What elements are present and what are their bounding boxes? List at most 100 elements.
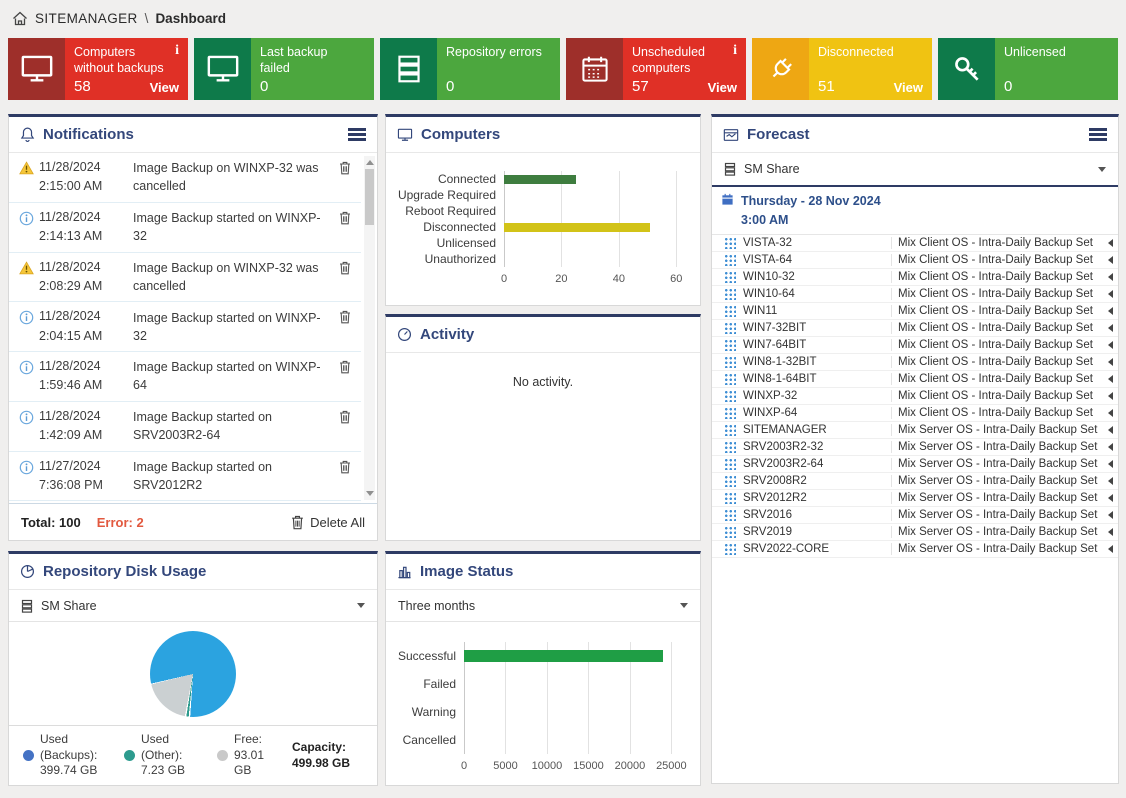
forecast-row[interactable]: WIN8-1-64BIT Mix Client OS - Intra-Daily… [712,371,1118,388]
home-icon[interactable] [12,11,28,26]
notification-timestamp: 11/28/20241:59:46 AM [39,357,125,396]
chevron-down-icon [357,603,365,608]
info-icon[interactable]: i [733,44,737,77]
bell-icon [20,126,35,143]
forecast-row[interactable]: WIN8-1-32BIT Mix Client OS - Intra-Daily… [712,354,1118,371]
expand-arrow-icon[interactable] [1102,307,1118,315]
grid-dots-icon [724,475,736,487]
panel-title: Computers [421,126,500,143]
disk-usage-legend: Used (Backups): 399.74 GB Used (Other): … [9,725,377,785]
expand-arrow-icon[interactable] [1102,494,1118,502]
view-link[interactable]: View [708,80,737,95]
axis-tick-label: 60 [670,273,682,285]
card-title: Unlicensed [1004,44,1066,60]
expand-arrow-icon[interactable] [1102,443,1118,451]
forecast-row[interactable]: WIN10-64 Mix Client OS - Intra-Daily Bac… [712,286,1118,303]
forecast-row[interactable]: SRV2016 Mix Server OS - Intra-Daily Back… [712,507,1118,524]
menu-icon[interactable] [1089,128,1107,131]
expand-arrow-icon[interactable] [1102,528,1118,536]
expand-arrow-icon[interactable] [1102,273,1118,281]
expand-arrow-icon[interactable] [1102,375,1118,383]
expand-arrow-icon[interactable] [1102,256,1118,264]
computer-name: WINXP-64 [743,407,891,419]
computer-name: SRV2019 [743,526,891,538]
status-cards-row: Computers without backups i 58 View Last… [0,36,1126,100]
forecast-share-dropdown[interactable]: SM Share [712,153,1118,187]
card-unscheduled-computers[interactable]: Unscheduled computers i 57 View [566,38,746,100]
info-icon[interactable]: i [175,44,179,77]
forecast-row[interactable]: VISTA-32 Mix Client OS - Intra-Daily Bac… [712,235,1118,252]
selected-share: SM Share [744,162,800,176]
card-unlicensed[interactable]: Unlicensed 0 [938,38,1118,100]
expand-arrow-icon[interactable] [1102,239,1118,247]
view-link[interactable]: View [894,80,923,95]
expand-arrow-icon[interactable] [1102,392,1118,400]
card-disconnected[interactable]: Disconnected 51 View [752,38,932,100]
trash-icon[interactable] [339,357,359,374]
selected-period: Three months [398,599,475,613]
computer-name: WIN7-64BIT [743,339,891,351]
scrollbar-thumb[interactable] [365,169,374,225]
forecast-row[interactable]: SITEMANAGER Mix Server OS - Intra-Daily … [712,422,1118,439]
forecast-row[interactable]: SRV2003R2-32 Mix Server OS - Intra-Daily… [712,439,1118,456]
period-dropdown[interactable]: Three months [386,590,700,622]
expand-arrow-icon[interactable] [1102,545,1118,553]
backup-set-name: Mix Server OS - Intra-Daily Backup Set [891,526,1102,538]
card-title: Disconnected [818,44,894,60]
trash-icon[interactable] [339,307,359,324]
menu-icon[interactable] [348,128,366,131]
expand-arrow-icon[interactable] [1102,290,1118,298]
trash-icon[interactable] [339,158,359,175]
expand-arrow-icon[interactable] [1102,460,1118,468]
bar-disconnected [504,223,650,232]
no-activity-text: No activity. [386,353,700,389]
repository-share-dropdown[interactable]: SM Share [9,590,377,622]
forecast-row[interactable]: SRV2012R2 Mix Server OS - Intra-Daily Ba… [712,490,1118,507]
forecast-row[interactable]: SRV2003R2-64 Mix Server OS - Intra-Daily… [712,456,1118,473]
trash-icon[interactable] [339,208,359,225]
delete-all-button[interactable]: Delete All [291,515,365,530]
trash-icon[interactable] [339,258,359,275]
info-icon [19,208,39,226]
forecast-row[interactable]: WIN7-64BIT Mix Client OS - Intra-Daily B… [712,337,1118,354]
view-link[interactable]: View [150,80,179,95]
notification-message: Image Backup started on SRV2012R2 [125,458,339,494]
scrollbar[interactable] [364,156,375,500]
backup-set-name: Mix Client OS - Intra-Daily Backup Set [891,339,1102,351]
scroll-down-icon[interactable] [366,491,374,496]
forecast-row[interactable]: WINXP-64 Mix Client OS - Intra-Daily Bac… [712,405,1118,422]
scroll-up-icon[interactable] [366,160,374,165]
forecast-row[interactable]: WIN7-32BIT Mix Client OS - Intra-Daily B… [712,320,1118,337]
notification-item: 11/28/20242:15:00 AM Image Backup on WIN… [9,153,361,203]
share-icon [21,599,33,613]
forecast-row[interactable]: WIN11 Mix Client OS - Intra-Daily Backup… [712,303,1118,320]
card-computers-without-backups[interactable]: Computers without backups i 58 View [8,38,188,100]
forecast-row[interactable]: WIN10-32 Mix Client OS - Intra-Daily Bac… [712,269,1118,286]
forecast-row[interactable]: SRV2019 Mix Server OS - Intra-Daily Back… [712,524,1118,541]
expand-arrow-icon[interactable] [1102,324,1118,332]
forecast-row[interactable]: SRV2008R2 Mix Server OS - Intra-Daily Ba… [712,473,1118,490]
axis-category-label: Failed [392,670,464,698]
forecast-row[interactable]: WINXP-32 Mix Client OS - Intra-Daily Bac… [712,388,1118,405]
grid-dots-icon [724,305,736,317]
expand-arrow-icon[interactable] [1102,341,1118,349]
expand-arrow-icon[interactable] [1102,409,1118,417]
share-icon [724,162,736,176]
card-last-backup-failed[interactable]: Last backup failed 0 [194,38,374,100]
expand-arrow-icon[interactable] [1102,358,1118,366]
trash-icon[interactable] [339,407,359,424]
forecast-row[interactable]: VISTA-64 Mix Client OS - Intra-Daily Bac… [712,252,1118,269]
activity-panel: Activity No activity. [385,314,701,541]
axis-tick-label: 20000 [615,760,646,772]
expand-arrow-icon[interactable] [1102,426,1118,434]
expand-arrow-icon[interactable] [1102,477,1118,485]
forecast-group-header: Thursday - 28 Nov 2024 3:00 AM [712,187,1118,235]
expand-arrow-icon[interactable] [1102,511,1118,519]
forecast-row[interactable]: SRV2022-CORE Mix Server OS - Intra-Daily… [712,541,1118,558]
computer-name: WIN7-32BIT [743,322,891,334]
trash-icon[interactable] [339,457,359,474]
breadcrumb-site[interactable]: SITEMANAGER [35,11,138,26]
panel-title: Forecast [747,126,810,143]
notification-timestamp: 11/28/20242:14:13 AM [39,208,125,247]
card-repository-errors[interactable]: Repository errors 0 [380,38,560,100]
